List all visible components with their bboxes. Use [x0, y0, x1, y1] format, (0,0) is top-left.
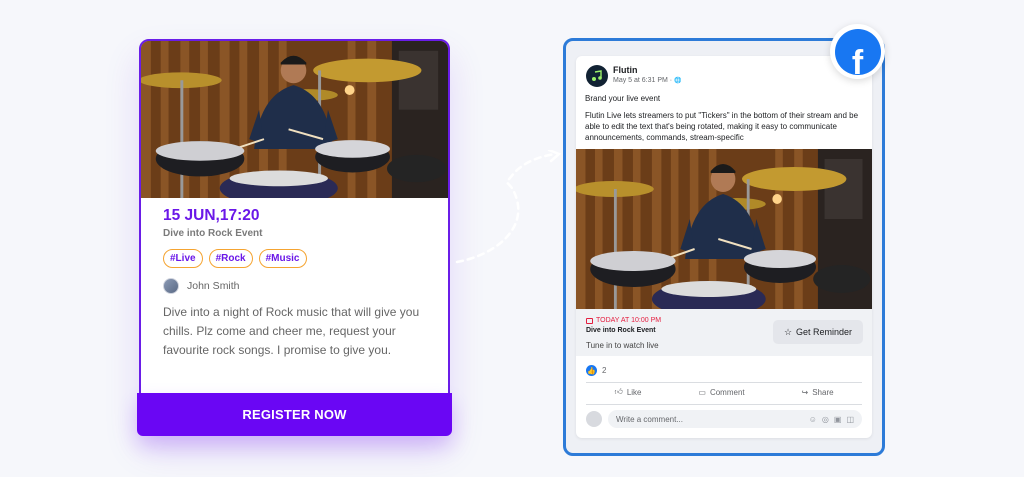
share-label: Share [812, 387, 834, 397]
sticker-icon[interactable]: ◫ [846, 415, 854, 424]
post-photo[interactable] [576, 149, 872, 309]
comment-row: Write a comment... ☺ ◎ ▣ ◫ [586, 410, 862, 428]
comment-button[interactable]: ▭ Comment [698, 387, 744, 397]
event-photo [141, 41, 448, 198]
camera-icon[interactable]: ◎ [822, 415, 829, 424]
event-date: 15 JUN,17:20 [163, 207, 260, 224]
share-button[interactable]: ↪ Share [802, 387, 834, 397]
page-logo[interactable] [586, 65, 608, 87]
event-card: 15 JUN,17:20 Dive into Rock Event #Live … [139, 39, 450, 432]
music-note-icon [592, 70, 602, 81]
star-icon: ☆ [783, 326, 793, 337]
comment-input[interactable]: Write a comment... ☺ ◎ ▣ ◫ [608, 410, 862, 428]
globe-icon: 🌐 [674, 78, 682, 84]
gif-icon[interactable]: ▣ [834, 415, 842, 424]
live-icon [586, 317, 593, 324]
author: John Smith [163, 278, 240, 294]
divider [586, 382, 862, 383]
comment-icon: ▭ [698, 387, 706, 397]
comment-tools: ☺ ◎ ▣ ◫ [809, 415, 854, 424]
post-actions: 👍︎ Like ▭ Comment ↪ Share [586, 387, 862, 397]
like-count: 2 [602, 366, 607, 375]
like-label: Like [626, 387, 642, 397]
get-reminder-button[interactable]: ☆ Get Reminder [773, 320, 863, 344]
live-time-text: TODAY AT 10:00 PM [596, 317, 662, 324]
like-button[interactable]: 👍︎ Like [614, 387, 641, 397]
event-description: Dive into a night of Rock music that wil… [163, 305, 420, 357]
avatar [586, 411, 602, 427]
tag-rock[interactable]: #Rock [208, 249, 253, 268]
live-event-title: Dive into Rock Event [586, 327, 656, 334]
live-event-time: TODAY AT 10:00 PM [586, 317, 661, 324]
post-timestamp: May 5 at 6:31 PM · 🌐 [613, 77, 682, 84]
facebook-logo-icon: f [834, 28, 881, 75]
like-reaction-icon: 👍 [586, 365, 597, 376]
post-body: Flutin Live lets streamers to put "Ticke… [585, 111, 859, 142]
comment-placeholder: Write a comment... [616, 414, 683, 424]
tag-list: #Live #Rock #Music [163, 249, 307, 268]
reaction-summary[interactable]: 👍 2 [586, 365, 606, 376]
connector-arrow [455, 150, 562, 264]
event-subtitle: Dive into Rock Event [163, 228, 263, 239]
emoji-icon[interactable]: ☺ [809, 415, 817, 424]
author-name: John Smith [187, 280, 240, 292]
reminder-label: Get Reminder [796, 327, 853, 337]
live-event-subtitle: Tune in to watch live [586, 341, 659, 350]
tag-live[interactable]: #Live [163, 249, 203, 268]
facebook-post: Flutin May 5 at 6:31 PM · 🌐 Brand your l… [576, 56, 872, 438]
facebook-logo-letter: f [851, 43, 864, 75]
page-name[interactable]: Flutin [613, 65, 638, 75]
thumbs-up-icon: 👍︎ [614, 387, 623, 396]
post-headline: Brand your live event [585, 94, 661, 103]
comment-label: Comment [709, 387, 745, 397]
tag-music[interactable]: #Music [258, 249, 307, 268]
post-timestamp-text: May 5 at 6:31 PM · [613, 77, 675, 84]
facebook-badge: f [830, 24, 885, 79]
avatar [163, 278, 179, 294]
share-icon: ↪ [801, 387, 809, 397]
register-button[interactable]: REGISTER NOW [137, 393, 452, 436]
divider [586, 404, 862, 405]
